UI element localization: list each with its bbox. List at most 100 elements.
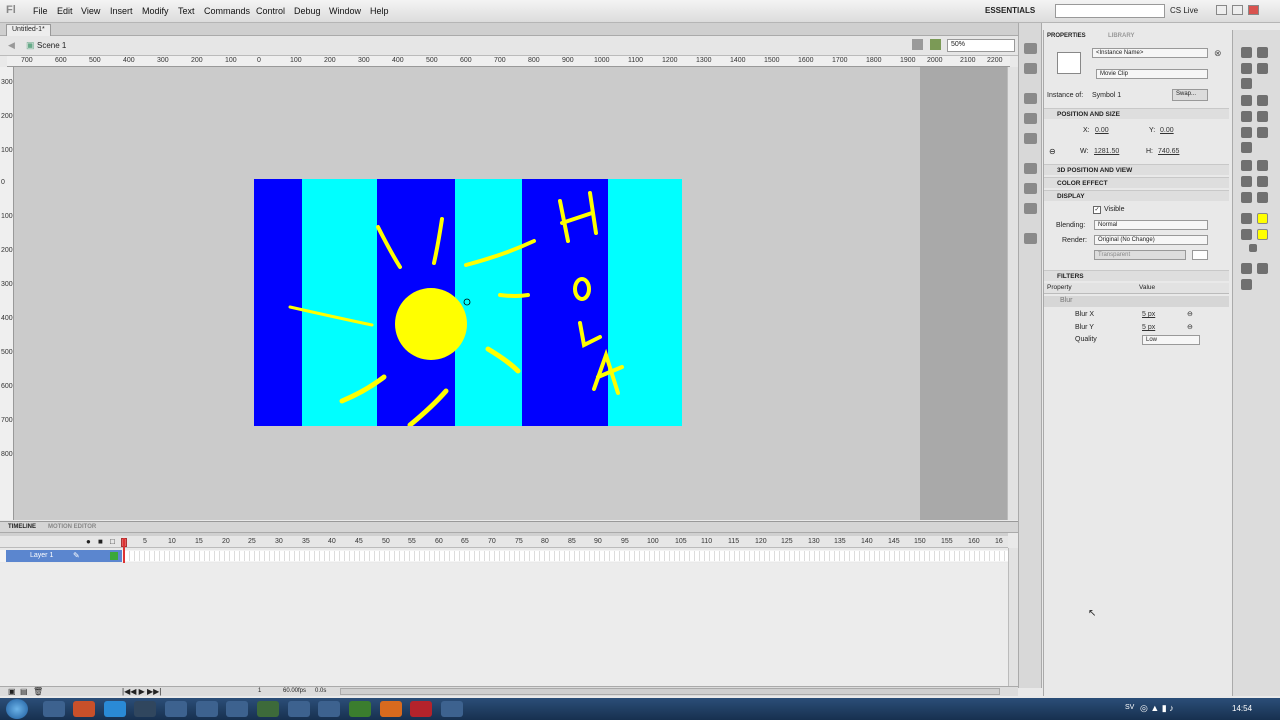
ie-icon[interactable]: [43, 701, 65, 717]
text-tool-icon[interactable]: [1257, 95, 1268, 106]
workspace-switcher[interactable]: ESSENTIALS: [985, 6, 1035, 15]
menu-text[interactable]: Text: [178, 6, 195, 16]
playback-controls-icon[interactable]: |◀◀ ▶ ▶▶|: [122, 687, 161, 696]
quality-select[interactable]: Low: [1142, 335, 1200, 345]
close-icon[interactable]: [1248, 5, 1259, 15]
menu-window[interactable]: Window: [329, 6, 361, 16]
fill-color-swatch[interactable]: [1257, 229, 1268, 240]
language-indicator[interactable]: SV: [1125, 704, 1134, 711]
cs-live-button[interactable]: CS Live: [1170, 6, 1198, 15]
stroke-color-icon[interactable]: [1241, 213, 1252, 224]
tab-library[interactable]: LIBRARY: [1108, 33, 1134, 39]
section-filters[interactable]: FILTERS: [1044, 270, 1229, 281]
media-player-icon[interactable]: [134, 701, 156, 717]
layer-color-icon[interactable]: [110, 552, 118, 560]
document-tab[interactable]: Untitled-1*: [6, 24, 51, 36]
tab-properties[interactable]: PROPERTIES: [1047, 33, 1086, 39]
menu-insert[interactable]: Insert: [110, 6, 133, 16]
new-folder-icon[interactable]: ▤: [20, 687, 28, 696]
transparent-select[interactable]: Transparent: [1094, 250, 1186, 260]
menu-edit[interactable]: Edit: [57, 6, 73, 16]
w-value[interactable]: 1281.50: [1094, 148, 1119, 155]
clock[interactable]: 14:54: [1232, 704, 1252, 713]
motion-presets-icon[interactable]: [1024, 203, 1037, 214]
tray-icons[interactable]: ◎ ▲ ▮ ♪: [1140, 703, 1174, 714]
eraser-tool-icon[interactable]: [1257, 176, 1268, 187]
new-layer-icon[interactable]: ▣: [8, 687, 16, 696]
oval-tool-icon[interactable]: [1257, 111, 1268, 122]
menu-view[interactable]: View: [81, 6, 100, 16]
section-3d-position[interactable]: 3D POSITION AND VIEW: [1044, 164, 1229, 175]
filter-row[interactable]: Blur: [1044, 296, 1229, 307]
start-button-icon[interactable]: [6, 699, 28, 719]
lock-ratio-icon[interactable]: ⊖: [1049, 147, 1056, 156]
selection-tool-icon[interactable]: [1241, 47, 1252, 58]
app-icon[interactable]: [257, 701, 279, 717]
menu-help[interactable]: Help: [370, 6, 389, 16]
link-blur-icon[interactable]: ⊖: [1187, 310, 1193, 318]
edit-symbols-icon[interactable]: [930, 39, 941, 50]
lasso-tool-icon[interactable]: [1241, 78, 1252, 89]
smooth-icon[interactable]: [1257, 263, 1268, 274]
zoom-select[interactable]: 50%: [947, 39, 1015, 52]
hand-tool-icon[interactable]: [1241, 192, 1252, 203]
snap-to-objects-icon[interactable]: [1241, 263, 1252, 274]
link-blur-icon[interactable]: ⊖: [1187, 323, 1193, 331]
timeline-horizontal-scrollbar[interactable]: [340, 688, 1000, 695]
app-icon[interactable]: [349, 701, 371, 717]
back-arrow-icon[interactable]: ◀: [8, 40, 15, 51]
delete-layer-icon[interactable]: 🗑: [33, 687, 43, 696]
app-icon[interactable]: [288, 701, 310, 717]
eyedropper-tool-icon[interactable]: [1241, 176, 1252, 187]
history-icon[interactable]: [1024, 233, 1037, 244]
pencil-tool-icon[interactable]: [1241, 127, 1252, 138]
tab-timeline[interactable]: TIMELINE: [8, 524, 36, 530]
paint-bucket-tool-icon[interactable]: [1257, 160, 1268, 171]
brush-tool-icon[interactable]: [1257, 127, 1268, 138]
y-value[interactable]: 0.00: [1160, 127, 1174, 134]
menu-commands[interactable]: Commands: [204, 6, 250, 16]
color-panel-icon[interactable]: [1024, 43, 1037, 54]
maximize-icon[interactable]: [1232, 5, 1243, 15]
x-value[interactable]: 0.00: [1095, 127, 1109, 134]
stage-vertical-scrollbar[interactable]: [1007, 67, 1018, 520]
menu-modify[interactable]: Modify: [142, 6, 169, 16]
outline-icon[interactable]: □: [110, 537, 115, 546]
3d-rotation-tool-icon[interactable]: [1257, 63, 1268, 74]
notes-icon[interactable]: [226, 701, 248, 717]
section-position-size[interactable]: POSITION AND SIZE: [1044, 108, 1229, 119]
help-search-input[interactable]: [1055, 4, 1165, 18]
components-icon[interactable]: [1024, 183, 1037, 194]
timeline-vertical-scrollbar[interactable]: [1008, 548, 1018, 686]
edit-scene-icon[interactable]: [912, 39, 923, 50]
swap-colors-icon[interactable]: [1249, 244, 1257, 252]
transform-icon[interactable]: [1024, 133, 1037, 144]
swap-button[interactable]: Swap...: [1172, 89, 1208, 101]
section-display[interactable]: DISPLAY: [1044, 190, 1229, 201]
app-icon[interactable]: [318, 701, 340, 717]
menu-file[interactable]: File: [33, 6, 48, 16]
swatches-icon[interactable]: [1024, 63, 1037, 74]
chrome-icon[interactable]: [73, 701, 95, 717]
section-color-effect[interactable]: COLOR EFFECT: [1044, 177, 1229, 188]
align-icon[interactable]: [1024, 93, 1037, 104]
app-icon[interactable]: [441, 701, 463, 717]
tab-motion-editor[interactable]: MOTION EDITOR: [48, 524, 96, 530]
skype-icon[interactable]: [104, 701, 126, 717]
subselection-tool-icon[interactable]: [1257, 47, 1268, 58]
eye-icon[interactable]: ●: [86, 537, 91, 546]
layer-name[interactable]: Layer 1: [6, 550, 122, 562]
line-tool-icon[interactable]: [1241, 111, 1252, 122]
flash-taskbar-icon[interactable]: [410, 701, 432, 717]
utility-icon[interactable]: [196, 701, 218, 717]
explorer-icon[interactable]: [165, 701, 187, 717]
visible-checkbox[interactable]: ✓: [1093, 206, 1101, 214]
background-color-swatch[interactable]: [1192, 250, 1208, 260]
h-value[interactable]: 740.65: [1158, 148, 1179, 155]
blending-select[interactable]: Normal: [1094, 220, 1208, 230]
menu-debug[interactable]: Debug: [294, 6, 321, 16]
blur-x-value[interactable]: 5 px: [1142, 311, 1155, 318]
code-snippets-icon[interactable]: [1024, 163, 1037, 174]
instance-name-input[interactable]: <Instance Name>: [1092, 48, 1208, 58]
lock-icon[interactable]: ■: [98, 537, 103, 546]
